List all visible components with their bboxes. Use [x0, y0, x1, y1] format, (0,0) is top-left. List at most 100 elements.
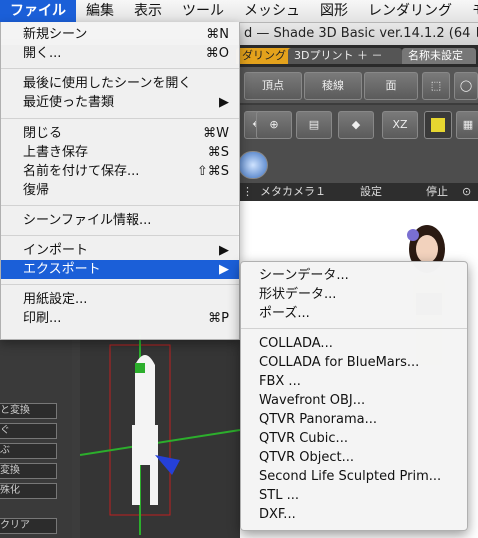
menu-item-shortcut: ⇧⌘S: [196, 164, 229, 179]
panel-field-2[interactable]: ぐ: [0, 423, 57, 439]
menu-item-import[interactable]: インポート ▶: [1, 241, 239, 260]
export-qtvr-panorama[interactable]: QTVR Panorama...: [241, 410, 467, 429]
submenu-arrow-icon: ▶: [219, 243, 229, 258]
menu-item-export[interactable]: エクスポート ▶: [1, 260, 239, 279]
menu-item-new-scene[interactable]: 新規シーン ⌘N: [1, 25, 239, 44]
submenu-item-label: シーンデータ...: [259, 268, 349, 283]
tab-3d-print[interactable]: 3Dプリント ＋ －: [288, 48, 402, 64]
export-stl[interactable]: STL ...: [241, 486, 467, 505]
submenu-item-label: 形状データ...: [259, 287, 337, 302]
export-dxf[interactable]: DXF...: [241, 505, 467, 524]
grid-icon[interactable]: [424, 111, 452, 139]
menu-item-open-last-scene[interactable]: 最後に使用したシーンを開く: [1, 74, 239, 93]
object-icon[interactable]: ◆: [338, 111, 374, 139]
export-fbx[interactable]: FBX ...: [241, 372, 467, 391]
export-wavefront-obj[interactable]: Wavefront OBJ...: [241, 391, 467, 410]
camera-settings[interactable]: 設定: [360, 183, 382, 201]
edge-mode-label: 稜線: [322, 79, 344, 92]
export-pose[interactable]: ポーズ...: [241, 304, 467, 323]
panel-field-6[interactable]: クリア: [0, 518, 57, 534]
menu-item-shortcut: ⌘O: [205, 46, 229, 61]
menu-tools[interactable]: ツール: [172, 0, 234, 22]
selection-toolbar: 頂点 稜線 面 ⬚ ◯: [238, 67, 478, 103]
wireframe-figure: [79, 335, 241, 535]
menu-shapes[interactable]: 図形: [310, 0, 358, 22]
xz-plane-button[interactable]: XZ: [382, 111, 418, 139]
menu-item-recent-documents[interactable]: 最近使った書類 ▶: [1, 93, 239, 112]
export-collada[interactable]: COLLADA...: [241, 334, 467, 353]
crosshair-icon[interactable]: ⊕: [256, 111, 292, 139]
transform-toolbar: ✥ ⊕ ▤ ◆ XZ ▦: [238, 105, 478, 147]
menu-separator: [1, 205, 239, 206]
menu-item-label: 新規シーン: [23, 27, 88, 42]
circle-tool-icon[interactable]: ◯: [454, 72, 478, 100]
panel-field-1[interactable]: と変換: [0, 403, 57, 419]
camera-label[interactable]: メタカメラ１: [260, 183, 326, 201]
submenu-item-label: QTVR Cubic...: [259, 431, 348, 446]
menu-bar: ファイル 編集 表示 ツール メッシュ 図形 レンダリング モー: [0, 0, 478, 23]
menu-file[interactable]: ファイル: [0, 0, 76, 22]
menu-item-scene-info[interactable]: シーンファイル情報...: [1, 211, 239, 230]
menu-item-shortcut: ⌘N: [206, 27, 229, 42]
menu-item-save[interactable]: 上書き保存 ⌘S: [1, 143, 239, 162]
export-collada-bluemars[interactable]: COLLADA for BlueMars...: [241, 353, 467, 372]
menu-item-revert[interactable]: 復帰: [1, 181, 239, 200]
panel-icon[interactable]: ▦: [456, 111, 478, 139]
menu-mesh[interactable]: メッシュ: [234, 0, 310, 22]
submenu-item-label: ポーズ...: [259, 306, 310, 321]
vertex-mode-label: 頂点: [262, 79, 284, 92]
menu-separator: [1, 284, 239, 285]
menu-item-close[interactable]: 閉じる ⌘W: [1, 124, 239, 143]
camera-strip: ⋮ メタカメラ１ 設定 停止 ⊙: [238, 183, 478, 201]
wireframe-view[interactable]: [79, 335, 241, 538]
sphere-icon[interactable]: [238, 151, 268, 179]
submenu-item-label: QTVR Object...: [259, 450, 354, 465]
rect-select-icon[interactable]: ⬚: [422, 72, 450, 100]
submenu-item-label: Wavefront OBJ...: [259, 393, 366, 408]
menu-view[interactable]: 表示: [124, 0, 172, 22]
camera-strip-divider: ⋮: [242, 185, 253, 198]
face-mode-button[interactable]: 面: [364, 72, 418, 100]
tab-rendering[interactable]: ダリング: [236, 48, 294, 64]
export-second-life-sculpted[interactable]: Second Life Sculpted Prim...: [241, 467, 467, 486]
submenu-item-label: COLLADA for BlueMars...: [259, 355, 420, 370]
face-mode-label: 面: [385, 79, 397, 92]
panel-field-3[interactable]: ぶ: [0, 443, 57, 459]
menu-item-print[interactable]: 印刷... ⌘P: [1, 309, 239, 328]
menu-separator: [1, 68, 239, 69]
submenu-item-label: FBX ...: [259, 374, 301, 389]
menu-rendering[interactable]: レンダリング: [358, 0, 462, 22]
menu-separator: [241, 328, 467, 329]
file-menu: 新規シーン ⌘N 開く... ⌘O 最後に使用したシーンを開く 最近使った書類 …: [0, 22, 240, 340]
menu-item-page-setup[interactable]: 用紙設定...: [1, 290, 239, 309]
window-title: d — Shade 3D Basic ver.14.1.2 (64 ビッ: [244, 26, 478, 41]
menu-item-label: エクスポート: [23, 262, 101, 277]
menu-item-label: 閉じる: [23, 126, 63, 141]
panel-field-4[interactable]: 変換: [0, 463, 57, 479]
export-shape-data[interactable]: 形状データ...: [241, 285, 467, 304]
edge-mode-button[interactable]: 稜線: [304, 72, 362, 100]
menu-item-label: インポート: [23, 243, 89, 258]
export-qtvr-object[interactable]: QTVR Object...: [241, 448, 467, 467]
submenu-item-label: QTVR Panorama...: [259, 412, 377, 427]
menu-item-label: 用紙設定...: [23, 292, 88, 307]
panel-field-5[interactable]: 殊化: [0, 483, 57, 499]
menu-item-label: 印刷...: [23, 311, 62, 326]
vertex-mode-button[interactable]: 頂点: [244, 72, 302, 100]
export-qtvr-cubic[interactable]: QTVR Cubic...: [241, 429, 467, 448]
tab-untitled[interactable]: 名称未設定: [402, 48, 476, 64]
submenu-item-label: DXF...: [259, 507, 296, 522]
submenu-arrow-icon: ▶: [219, 262, 229, 277]
menu-item-label: シーンファイル情報...: [23, 213, 152, 228]
menu-edit[interactable]: 編集: [76, 0, 124, 22]
camera-options-icon[interactable]: ⊙: [462, 183, 471, 201]
layers-icon[interactable]: ▤: [296, 111, 332, 139]
export-scene-data[interactable]: シーンデータ...: [241, 266, 467, 285]
menu-motion[interactable]: モー: [462, 0, 478, 22]
menu-item-label: 名前を付けて保存...: [23, 164, 140, 179]
menu-item-label: 上書き保存: [23, 145, 89, 160]
menu-item-open[interactable]: 開く... ⌘O: [1, 44, 239, 63]
xz-plane-label: XZ: [392, 118, 408, 131]
menu-item-save-as[interactable]: 名前を付けて保存... ⇧⌘S: [1, 162, 239, 181]
camera-stop[interactable]: 停止: [426, 183, 448, 201]
